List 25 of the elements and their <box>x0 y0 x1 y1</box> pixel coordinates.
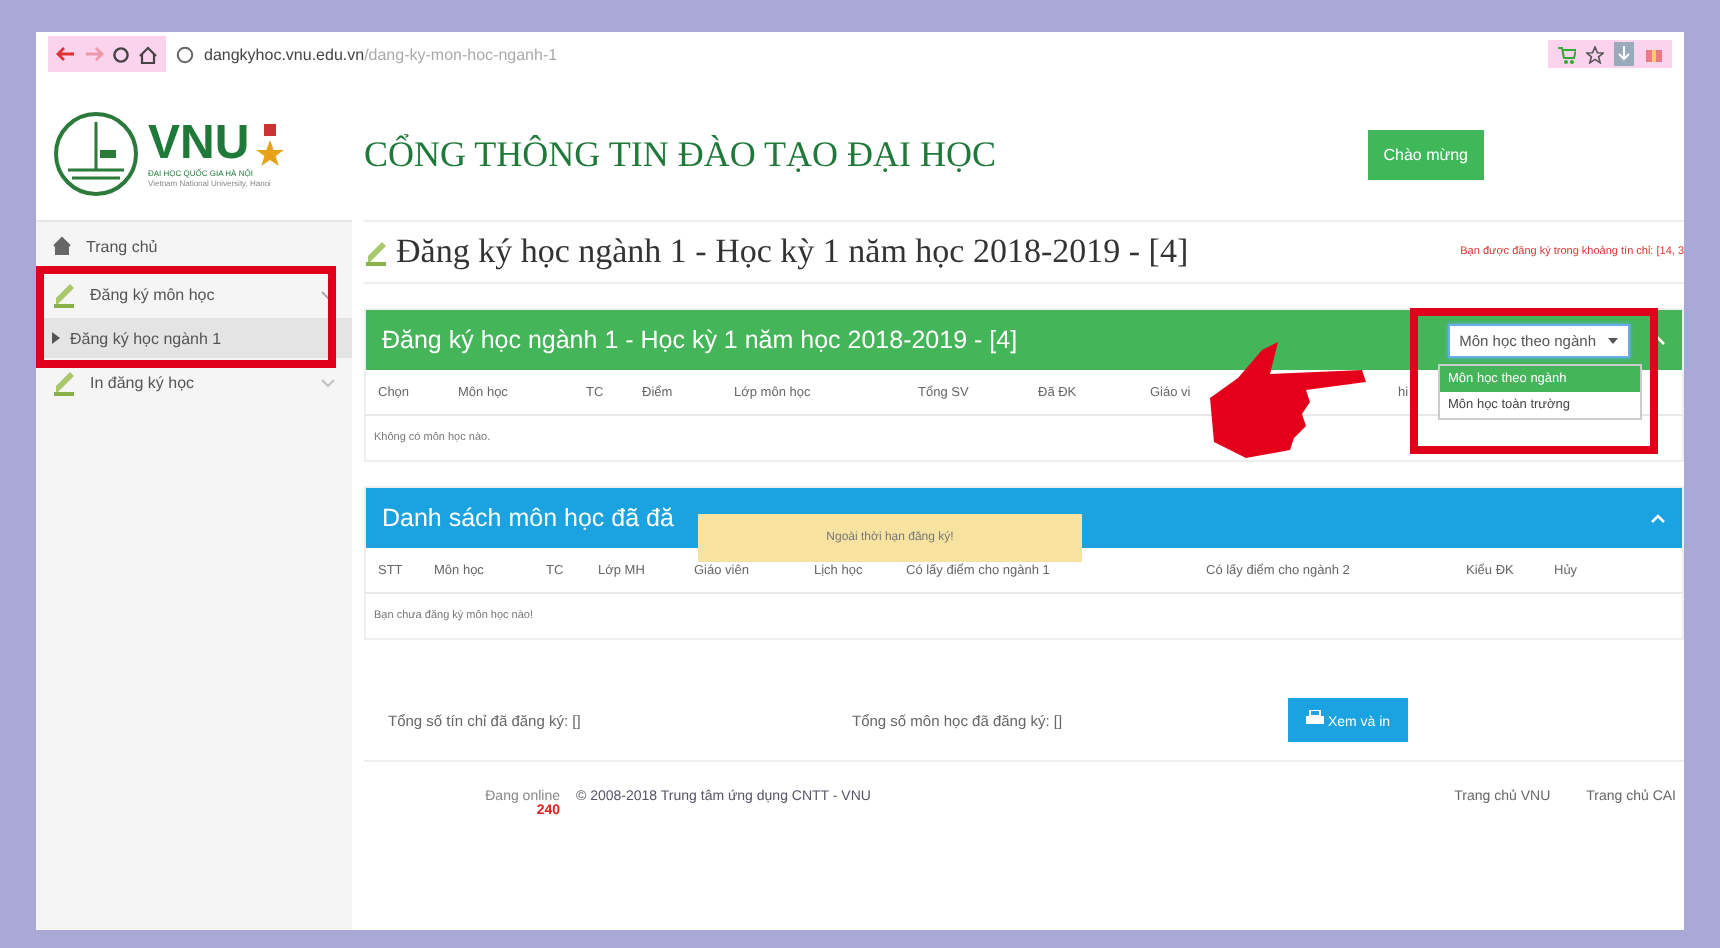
panel-title: Danh sách môn học đã đă <box>382 504 676 532</box>
download-icon[interactable] <box>1614 42 1634 66</box>
panel-title: Đăng ký học ngành 1 - Học kỳ 1 năm học 2018-2019 - [4] <box>382 326 1020 354</box>
logo-text: VNU <box>148 120 250 168</box>
dropdown-arrow-icon <box>1608 337 1618 343</box>
home-icon[interactable] <box>138 45 158 63</box>
triangle-icon <box>52 332 60 344</box>
gift-icon[interactable] <box>1644 44 1664 64</box>
house-icon <box>52 236 72 256</box>
printer-icon <box>1306 710 1324 726</box>
sidebar-item[interactable]: Trang chủ <box>36 222 352 270</box>
sidebar-item[interactable]: Đăng ký môn học <box>36 270 352 318</box>
pencil-icon <box>52 280 76 308</box>
university-emblem-icon <box>52 110 140 198</box>
back-arrow-icon[interactable] <box>56 46 76 62</box>
star-medal-icon <box>255 124 284 168</box>
sidebar-item[interactable]: In đăng ký học <box>36 358 352 406</box>
collapse-caret-icon[interactable] <box>1650 513 1666 523</box>
address-bar[interactable]: dangkyhoc.vnu.edu.vn/dang-ky-mon-hoc-nganh-1 <box>204 45 1538 63</box>
portal-title: CỔNG THÔNG TIN ĐÀO TẠO ĐẠI HỌC <box>364 133 998 175</box>
cart-icon[interactable] <box>1556 45 1576 63</box>
page-title: Đăng ký học ngành 1 - Học kỳ 1 năm học 2018-2019 - [4] <box>396 232 1189 272</box>
pencil-icon <box>52 368 76 396</box>
pencil-icon <box>364 238 388 266</box>
star-icon[interactable] <box>1586 45 1604 63</box>
